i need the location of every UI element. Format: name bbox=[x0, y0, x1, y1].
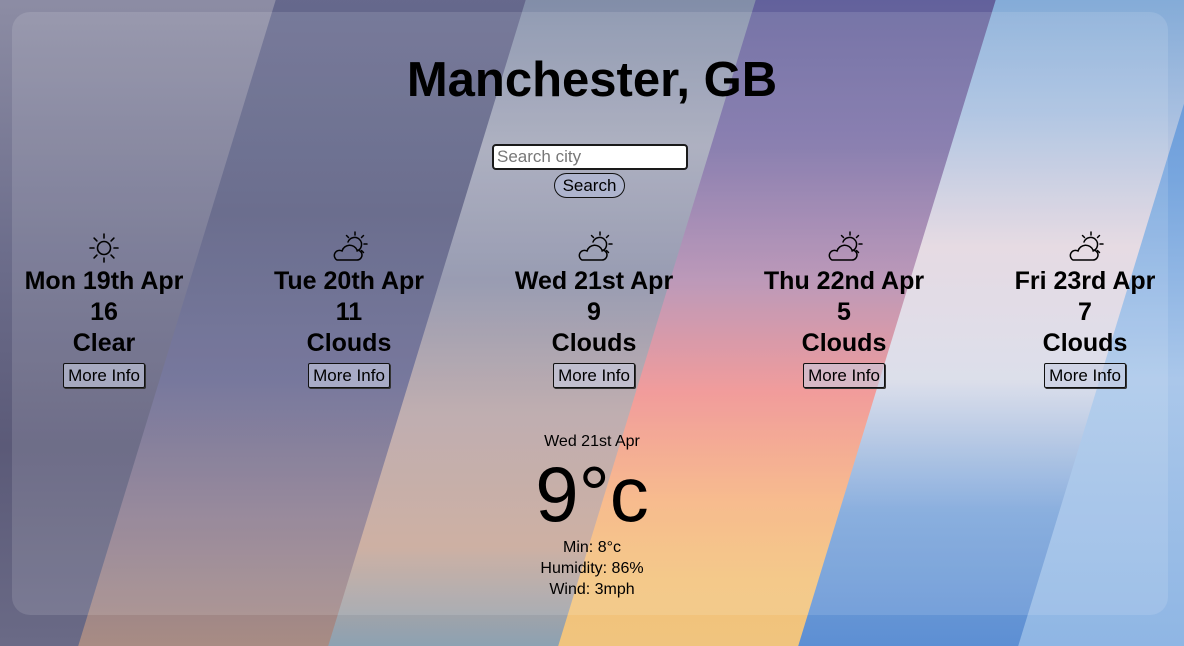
forecast-condition: Clouds bbox=[306, 329, 392, 357]
more-info-button[interactable]: More Info bbox=[553, 363, 635, 388]
partly-cloudy-icon bbox=[1069, 231, 1104, 261]
detail-humidity: Humidity: 86% bbox=[540, 560, 644, 577]
forecast-temp: 9 bbox=[587, 298, 601, 326]
forecast-condition: Clouds bbox=[551, 329, 637, 357]
selected-day-detail: Wed 21st Apr 9°c Min: 8°c Humidity: 86% … bbox=[0, 433, 1184, 600]
forecast-date: Mon 19th Apr bbox=[24, 267, 184, 295]
partly-cloudy-icon bbox=[828, 231, 863, 261]
forecast-date: Wed 21st Apr bbox=[514, 267, 674, 295]
forecast-date: Tue 20th Apr bbox=[273, 267, 424, 295]
more-info-button[interactable]: More Info bbox=[308, 363, 390, 388]
forecast-day: Thu 22nd Apr 5 Clouds More Info bbox=[744, 230, 944, 388]
forecast-condition: Clouds bbox=[801, 329, 887, 357]
detail-min-temp: Min: 8°c bbox=[563, 539, 621, 556]
more-info-button[interactable]: More Info bbox=[803, 363, 885, 388]
forecast-temp: 16 bbox=[90, 298, 118, 326]
more-info-button[interactable]: More Info bbox=[1044, 363, 1126, 388]
forecast-condition: Clear bbox=[72, 329, 136, 357]
more-info-button[interactable]: More Info bbox=[63, 363, 145, 388]
weather-app: Manchester, GB Search Mon 19th Apr 16 Cl… bbox=[0, 0, 1184, 626]
forecast-day: Wed 21st Apr 9 Clouds More Info bbox=[494, 230, 694, 388]
forecast-temp: 5 bbox=[837, 298, 851, 326]
forecast-date: Fri 23rd Apr bbox=[1014, 267, 1156, 295]
forecast-day: Fri 23rd Apr 7 Clouds More Info bbox=[985, 230, 1184, 388]
forecast-temp: 11 bbox=[335, 298, 363, 326]
forecast-day: Mon 19th Apr 16 Clear More Info bbox=[4, 230, 204, 388]
forecast-day: Tue 20th Apr 11 Clouds More Info bbox=[249, 230, 449, 388]
search-button[interactable]: Search bbox=[554, 173, 625, 198]
detail-temperature: 9°c bbox=[535, 450, 649, 538]
sun-icon bbox=[89, 233, 119, 263]
forecast-temp: 7 bbox=[1078, 298, 1092, 326]
partly-cloudy-icon bbox=[578, 231, 613, 261]
partly-cloudy-icon bbox=[333, 231, 368, 261]
forecast-date: Thu 22nd Apr bbox=[763, 267, 925, 295]
city-title: Manchester, GB bbox=[406, 53, 778, 107]
search-input[interactable] bbox=[492, 144, 688, 170]
detail-wind: Wind: 3mph bbox=[549, 581, 635, 598]
detail-date: Wed 21st Apr bbox=[544, 433, 640, 450]
forecast-condition: Clouds bbox=[1042, 329, 1128, 357]
